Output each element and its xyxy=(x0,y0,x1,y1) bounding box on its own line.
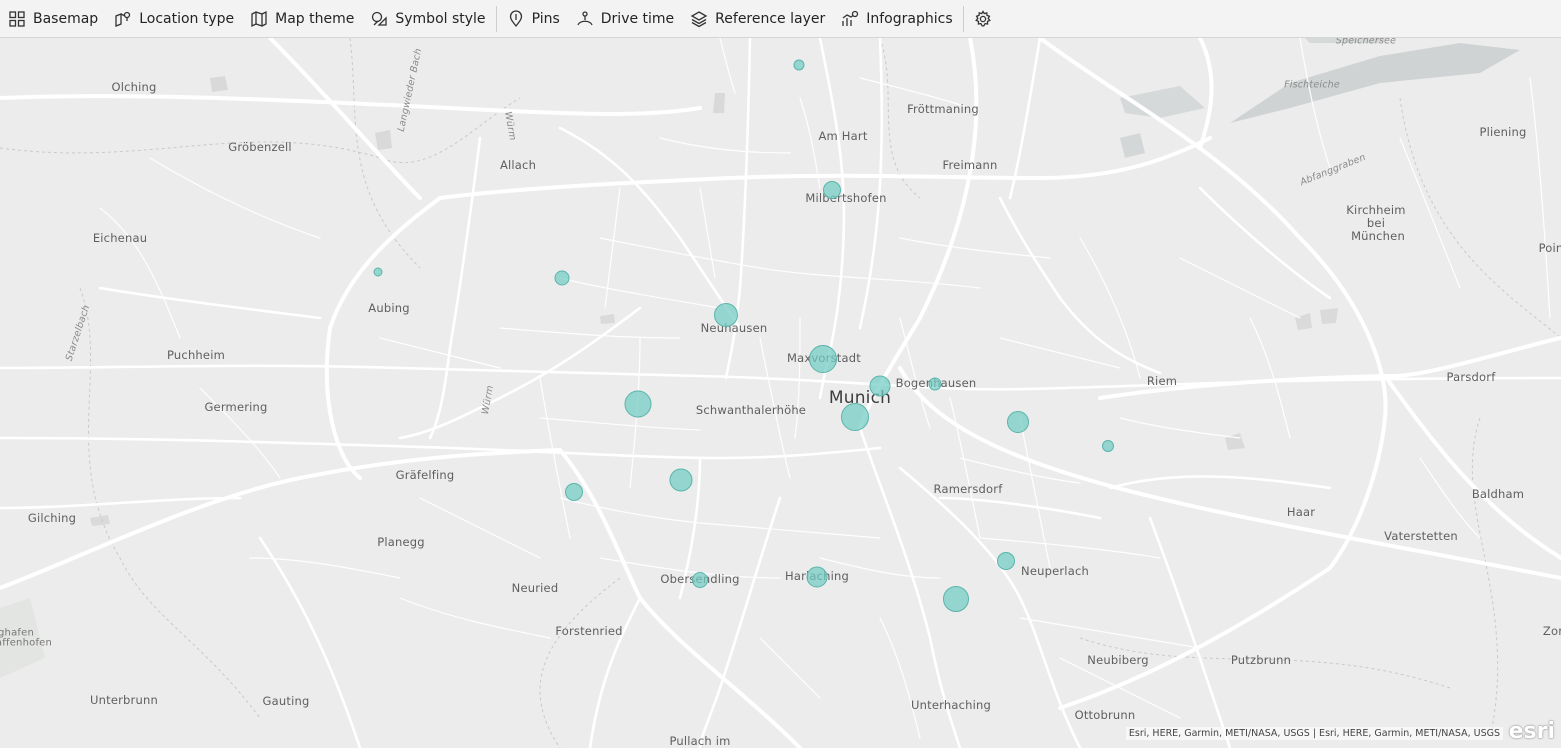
drive-time-button[interactable]: Drive time xyxy=(568,0,682,38)
drive-time-label: Drive time xyxy=(600,10,675,27)
map-bubble[interactable] xyxy=(554,270,570,286)
place-label: Puchheim xyxy=(167,348,225,362)
map-theme-icon xyxy=(251,10,267,27)
place-label: Aubing xyxy=(368,301,410,315)
water-label: Speichersee xyxy=(1335,38,1397,47)
map-bubble[interactable] xyxy=(841,403,869,431)
map-bubble[interactable] xyxy=(793,59,805,71)
drive-time-icon xyxy=(577,10,593,25)
map-bubble[interactable] xyxy=(624,390,652,418)
place-label: Poin xyxy=(1538,241,1561,255)
place-label: Neuperlach xyxy=(1021,564,1089,578)
place-label: Allach xyxy=(499,158,537,172)
symbol-style-button[interactable]: Symbol style xyxy=(362,0,493,38)
pins-label: Pins xyxy=(531,10,560,27)
place-label: affenhofen xyxy=(0,637,53,649)
place-label: Fröttmaning xyxy=(907,102,979,116)
place-label: Pullach im xyxy=(669,734,731,748)
symbol-style-icon xyxy=(372,11,388,26)
map-bubble[interactable] xyxy=(943,586,969,612)
map-bubble[interactable] xyxy=(692,572,708,588)
esri-logo: esri xyxy=(1508,719,1555,744)
water-label: Fischteiche xyxy=(1284,79,1340,91)
map-bubble[interactable] xyxy=(809,345,837,373)
place-label: Planegg xyxy=(377,535,425,549)
basemap-label: Basemap xyxy=(33,10,99,27)
map-bubble[interactable] xyxy=(928,377,942,391)
reference-layer-button[interactable]: Reference layer xyxy=(682,0,833,38)
map-canvas[interactable]: Olching Gröbenzell Allach Am Hart Fröttm… xyxy=(0,38,1561,748)
map-bubble[interactable] xyxy=(997,552,1015,570)
place-label: Gröbenzell xyxy=(228,140,292,154)
map-bubble[interactable] xyxy=(565,483,583,501)
location-type-button[interactable]: Location type xyxy=(106,0,242,38)
toolbar-divider xyxy=(495,5,497,32)
pin-icon xyxy=(509,9,522,27)
map-bubble[interactable] xyxy=(1007,411,1029,433)
location-type-icon xyxy=(115,11,131,27)
map-bubble[interactable] xyxy=(714,303,738,327)
map-bubble[interactable] xyxy=(823,181,841,199)
place-label: bei xyxy=(1366,216,1386,230)
map-bubble[interactable] xyxy=(806,566,828,588)
toolbar-divider xyxy=(962,5,964,32)
place-label: Putzbrunn xyxy=(1230,653,1292,667)
settings-button[interactable] xyxy=(966,0,1007,38)
place-label: Gilching xyxy=(27,511,77,525)
place-label: Olching xyxy=(111,80,157,94)
place-label: Ottobrunn xyxy=(1074,708,1136,722)
place-label: Gauting xyxy=(262,694,310,708)
place-label: Neuried xyxy=(511,581,559,595)
place-label: Schwanthalerhöhe xyxy=(695,403,807,417)
infographics-label: Infographics xyxy=(866,10,953,27)
map-bubble[interactable] xyxy=(373,267,383,277)
place-label: Freimann xyxy=(942,158,998,172)
reference-layer-label: Reference layer xyxy=(715,10,826,27)
place-label: München xyxy=(1351,229,1405,243)
place-label: Germering xyxy=(204,400,268,414)
gear-icon xyxy=(974,9,991,27)
place-label: Neubiberg xyxy=(1087,653,1149,667)
place-label: Milbertshofen xyxy=(805,191,887,205)
basemap-icon xyxy=(9,10,25,27)
map-theme-button[interactable]: Map theme xyxy=(242,0,362,38)
place-label: Unterhaching xyxy=(911,698,991,712)
map-attribution: Esri, HERE, Garmin, METI/NASA, USGS | Es… xyxy=(1125,727,1503,740)
place-label: Gräfelfing xyxy=(395,468,455,482)
infographics-button[interactable]: Infographics xyxy=(833,0,960,38)
place-label: Forstenried xyxy=(555,624,623,638)
map-bubble[interactable] xyxy=(669,468,693,492)
place-label: Vaterstetten xyxy=(1384,529,1458,543)
map-bubble[interactable] xyxy=(1102,440,1114,452)
location-type-label: Location type xyxy=(139,10,235,27)
place-label: Parsdorf xyxy=(1446,370,1496,384)
place-label: Zor xyxy=(1542,624,1561,638)
map-toolbar: Basemap Location type Map theme Symbol s… xyxy=(0,0,1561,38)
pins-button[interactable]: Pins xyxy=(499,0,568,38)
basemap-button[interactable]: Basemap xyxy=(0,0,106,38)
map-theme-label: Map theme xyxy=(275,10,355,27)
place-label: Eichenau xyxy=(92,231,148,245)
place-label: Kirchheim xyxy=(1346,203,1406,217)
place-label: Baldham xyxy=(1471,487,1525,501)
place-label: Haar xyxy=(1286,505,1316,519)
map-bubble[interactable] xyxy=(869,375,891,397)
symbol-style-label: Symbol style xyxy=(395,10,486,27)
layers-icon xyxy=(690,10,708,27)
place-label: Am Hart xyxy=(818,129,868,143)
place-label: Riem xyxy=(1146,374,1178,388)
place-label: Ramersdorf xyxy=(933,482,1003,496)
infographics-icon xyxy=(842,10,859,26)
place-label: Unterbrunn xyxy=(90,693,158,707)
place-label: Pliening xyxy=(1479,125,1527,139)
